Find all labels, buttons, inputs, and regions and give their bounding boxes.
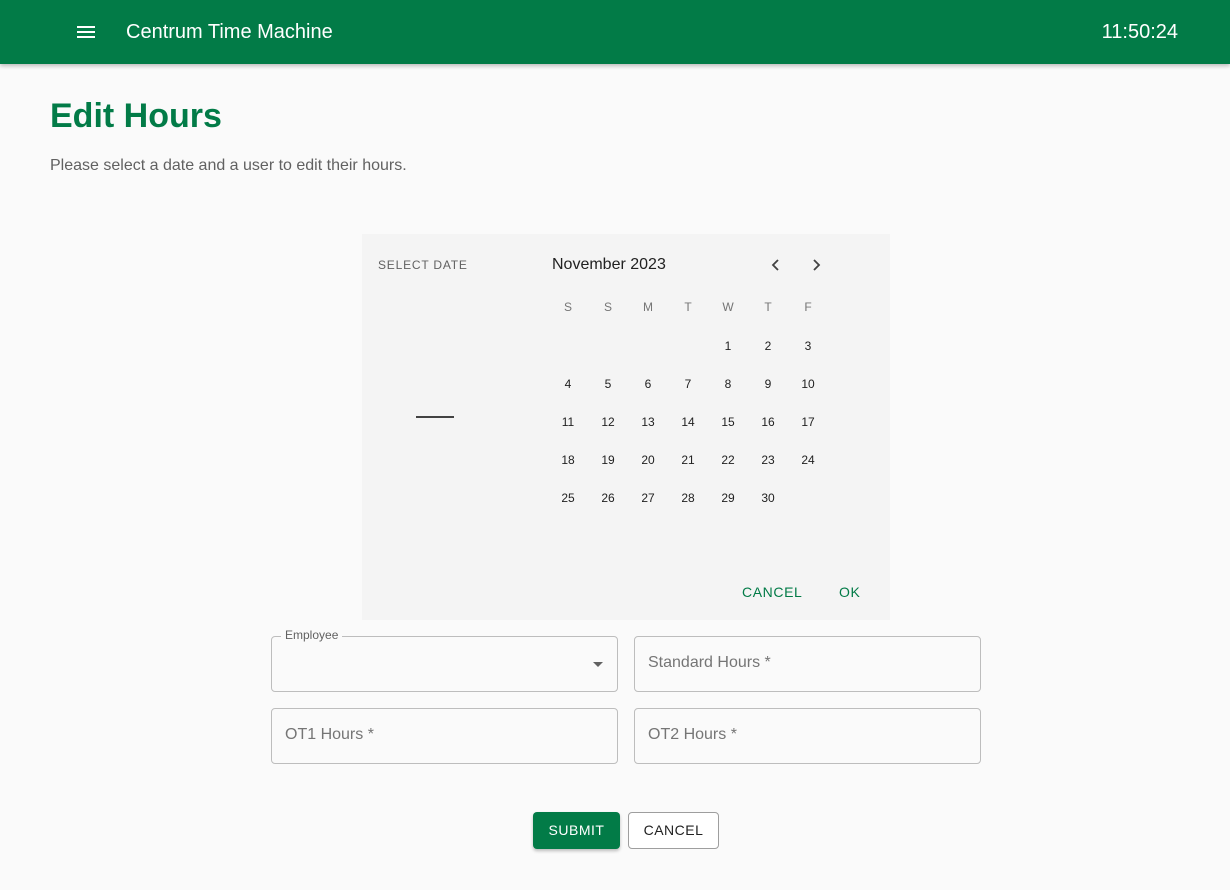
chevron-left-icon — [771, 259, 779, 271]
employee-label: Employee — [281, 628, 343, 642]
app-bar: Centrum Time Machine 11:50:24 — [0, 0, 1230, 64]
calendar-day[interactable]: 1 — [710, 330, 746, 362]
weekday-label: W — [722, 300, 734, 314]
calendar-day[interactable]: 19 — [590, 444, 626, 476]
ot1-hours-field[interactable]: OT1 Hours * — [271, 708, 618, 764]
calendar-day[interactable]: 7 — [670, 368, 706, 400]
calendar-day[interactable]: 13 — [630, 406, 666, 438]
month-label: November 2023 — [552, 256, 666, 273]
ot2-hours-field[interactable]: OT2 Hours * — [634, 708, 981, 764]
calendar-day[interactable]: 21 — [670, 444, 706, 476]
calendar-day[interactable]: 28 — [670, 482, 706, 514]
select-date-label: SELECT DATE — [378, 258, 468, 272]
date-picker: SELECT DATE November 2023 SSMTWTF 123456… — [362, 234, 890, 620]
picker-ok-button[interactable]: OK — [831, 580, 868, 604]
calendar-day[interactable]: 9 — [750, 368, 786, 400]
calendar-day[interactable]: 14 — [670, 406, 706, 438]
calendar-day[interactable]: 22 — [710, 444, 746, 476]
ot1-hours-placeholder: OT1 Hours * — [285, 726, 374, 743]
page-subtitle: Please select a date and a user to edit … — [50, 157, 407, 174]
calendar-day[interactable]: 3 — [790, 330, 826, 362]
weekday-label: F — [804, 300, 812, 314]
calendar-day[interactable]: 5 — [590, 368, 626, 400]
calendar-day[interactable]: 20 — [630, 444, 666, 476]
calendar-day[interactable]: 8 — [710, 368, 746, 400]
menu-button[interactable] — [66, 12, 106, 52]
calendar-day[interactable]: 15 — [710, 406, 746, 438]
weekday-label: T — [764, 300, 772, 314]
calendar-day[interactable]: 2 — [750, 330, 786, 362]
weekday-label: S — [563, 300, 572, 314]
standard-hours-field[interactable]: Standard Hours * — [634, 636, 981, 692]
app-title: Centrum Time Machine — [126, 21, 333, 43]
clock: 11:50:24 — [1101, 21, 1178, 43]
calendar-day[interactable]: 30 — [750, 482, 786, 514]
calendar-day[interactable]: 16 — [750, 406, 786, 438]
calendar-day[interactable]: 26 — [590, 482, 626, 514]
calendar-day[interactable]: 11 — [550, 406, 586, 438]
calendar-day[interactable]: 25 — [550, 482, 586, 514]
calendar-day[interactable]: 6 — [630, 368, 666, 400]
calendar-day[interactable]: 10 — [790, 368, 826, 400]
standard-hours-placeholder: Standard Hours * — [648, 654, 771, 671]
previous-month-button[interactable] — [762, 252, 790, 278]
menu-icon — [77, 26, 95, 38]
selected-date-placeholder — [416, 416, 454, 418]
calendar-day[interactable]: 23 — [750, 444, 786, 476]
weekday-label: M — [643, 300, 653, 314]
weekday-label: T — [684, 300, 692, 314]
next-month-button[interactable] — [802, 252, 830, 278]
cancel-button[interactable]: CANCEL — [628, 812, 719, 849]
calendar-day[interactable]: 24 — [790, 444, 826, 476]
dropdown-arrow-icon — [593, 662, 603, 667]
picker-cancel-button[interactable]: CANCEL — [734, 580, 810, 604]
calendar-day[interactable]: 29 — [710, 482, 746, 514]
ot2-hours-placeholder: OT2 Hours * — [648, 726, 737, 743]
weekday-label: S — [603, 300, 612, 314]
chevron-right-icon — [813, 259, 821, 271]
calendar-day[interactable]: 18 — [550, 444, 586, 476]
calendar-day[interactable]: 12 — [590, 406, 626, 438]
page-title: Edit Hours — [50, 97, 222, 135]
employee-select[interactable]: Employee — [271, 628, 618, 692]
submit-button[interactable]: SUBMIT — [533, 812, 620, 849]
calendar-day[interactable]: 17 — [790, 406, 826, 438]
calendar-day[interactable]: 27 — [630, 482, 666, 514]
calendar-day[interactable]: 4 — [550, 368, 586, 400]
